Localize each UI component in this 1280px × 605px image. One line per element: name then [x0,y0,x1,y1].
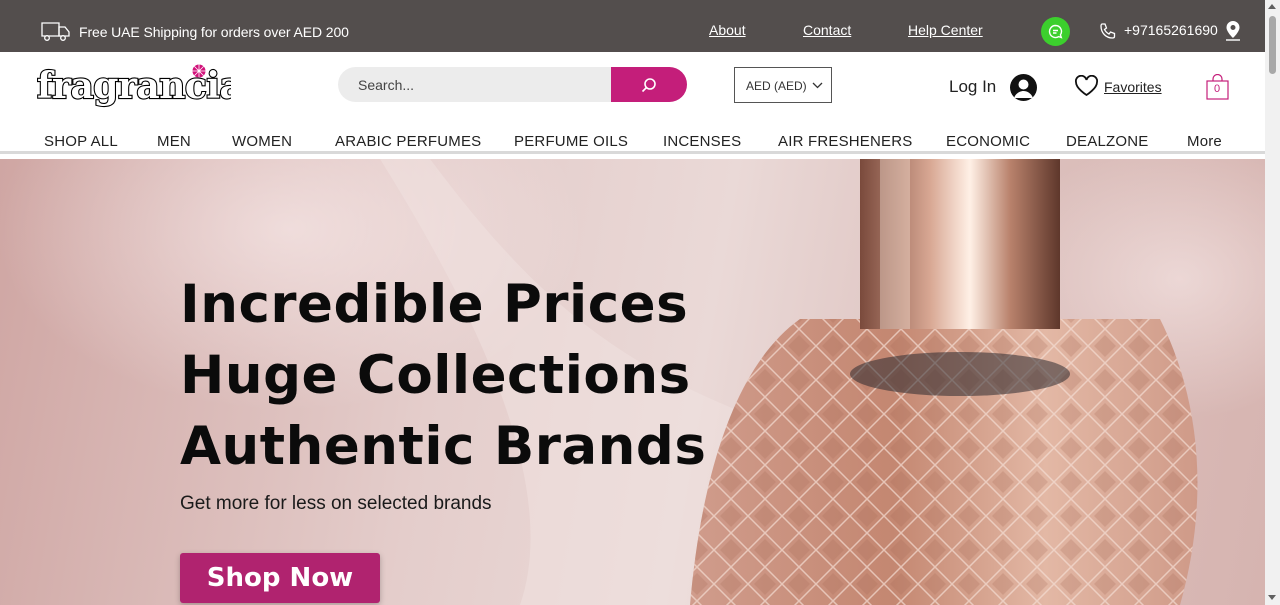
currency-value: AED (AED) [746,79,807,93]
hero-line-1: Incredible Prices [180,274,689,335]
nav-air-fresheners[interactable]: AIR FRESHENERS [778,132,913,151]
about-link[interactable]: About [709,22,746,38]
phone-icon [1100,23,1116,39]
main-header: fragrancia AED (AED) Log In Fa [0,52,1265,132]
nav-economic[interactable]: ECONOMIC [946,132,1030,151]
scroll-up-arrow-icon[interactable] [1268,4,1276,9]
chevron-down-icon [812,82,823,89]
nav-dealzone[interactable]: DEALZONE [1066,132,1148,151]
hero-banner: Incredible Prices Huge Collections Authe… [0,159,1265,605]
truck-icon [41,22,70,41]
flower-icon [192,64,206,78]
hero-line-2: Huge Collections [180,345,691,406]
search-bar [338,67,687,102]
scroll-down-arrow-icon[interactable] [1268,595,1276,600]
hero-line-3: Authentic Brands [180,416,707,477]
contact-link[interactable]: Contact [803,22,851,38]
favorites-link[interactable]: Favorites [1104,79,1162,95]
fragrancia-logo[interactable]: fragrancia [36,60,231,112]
location-pin-icon[interactable] [1224,20,1242,42]
scrollbar-thumb[interactable] [1269,16,1276,74]
nav-perfume-oils[interactable]: PERFUME OILS [514,132,628,151]
phone-number[interactable]: +97165261690 [1124,22,1218,38]
help-center-link[interactable]: Help Center [908,22,983,38]
chat-icon [1048,24,1063,39]
user-avatar-icon[interactable] [1010,74,1037,101]
shop-now-button[interactable]: Shop Now [180,553,380,603]
search-input[interactable] [338,67,611,102]
hero-headline: Incredible Prices Huge Collections Authe… [180,269,706,482]
top-announcement-bar: Free UAE Shipping for orders over AED 20… [0,0,1265,52]
currency-selector[interactable]: AED (AED) [734,67,832,103]
nav-more[interactable]: More [1187,132,1222,151]
search-icon [641,78,656,93]
nav-men[interactable]: MEN [157,132,191,151]
heart-icon[interactable] [1074,75,1099,97]
shipping-promo-text: Free UAE Shipping for orders over AED 20… [79,24,349,40]
login-link[interactable]: Log In [949,77,996,97]
nav-arabic-perfumes[interactable]: ARABIC PERFUMES [335,132,481,151]
search-button[interactable] [611,67,687,102]
nav-women[interactable]: WOMEN [232,132,292,151]
hero-subtitle: Get more for less on selected brands [180,493,492,514]
page-scrollbar[interactable] [1265,0,1280,605]
nav-shop-all[interactable]: SHOP ALL [44,132,118,151]
chat-button[interactable] [1041,17,1070,46]
category-nav: SHOP ALL MEN WOMEN ARABIC PERFUMES PERFU… [0,132,1265,154]
nav-incenses[interactable]: INCENSES [663,132,741,151]
cart-count: 0 [1213,83,1221,95]
